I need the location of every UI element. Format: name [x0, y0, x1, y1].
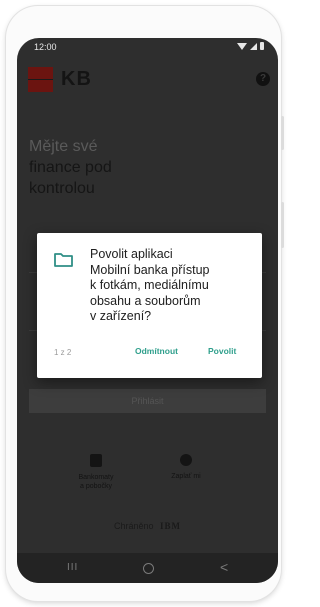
status-time: 12:00 — [34, 42, 57, 52]
protected-by-label: Chráněno — [113, 521, 154, 531]
protected-by: Chráněno IBM — [17, 521, 278, 531]
recent-apps-button[interactable]: III — [67, 562, 78, 573]
back-button[interactable]: < — [220, 559, 228, 575]
pay-me-label: Zaplať mi — [171, 473, 201, 480]
permission-message: Povolit aplikaci Mobilní banka přístup k… — [90, 247, 255, 325]
pay-me-link[interactable]: Zaplať mi — [151, 454, 221, 481]
folder-icon — [54, 253, 73, 267]
permission-message-line-4: obsahu a souborům — [90, 293, 201, 308]
hero-headline: Mějte své finance pod kontrolou — [29, 136, 112, 199]
volume-button — [281, 116, 284, 150]
hero-line-2: finance pod — [29, 159, 112, 176]
kb-logo: KB — [28, 67, 92, 92]
help-icon[interactable]: ? — [256, 72, 270, 86]
allow-button[interactable]: Povolit — [208, 346, 236, 356]
device-screen: 12:00 KB ? Mějte své finance pod kontrol… — [17, 38, 278, 583]
kb-logo-text: KB — [61, 68, 92, 90]
status-icons — [237, 42, 264, 50]
permission-counter: 1 z 2 — [54, 348, 72, 357]
battery-icon — [260, 42, 264, 50]
status-bar: 12:00 — [17, 38, 278, 56]
hero-line-3: kontrolou — [29, 180, 95, 197]
android-nav-bar: III < — [17, 553, 278, 583]
atm-branches-label-1: Bankomaty — [78, 474, 114, 481]
permission-message-line-3: k fotkám, mediálnímu — [90, 278, 209, 293]
login-button[interactable]: Přihlásit — [29, 389, 266, 413]
home-button[interactable] — [143, 563, 154, 574]
atm-branches-label-2: a pobočky — [80, 483, 112, 490]
permission-message-line-5: v zařízení? — [90, 309, 152, 324]
deny-button[interactable]: Odmítnout — [135, 346, 178, 356]
pay-me-icon — [180, 454, 192, 466]
side-button — [281, 202, 284, 248]
atm-branches-link[interactable]: Bankomaty a pobočky — [61, 454, 131, 491]
kb-logo-square — [28, 67, 53, 92]
permission-dialog: Povolit aplikaci Mobilní banka přístup k… — [37, 233, 262, 378]
wifi-icon — [237, 42, 247, 50]
ibm-logo: IBM — [160, 521, 182, 531]
permission-message-line-2: Mobilní banka přístup — [90, 262, 210, 277]
hero-line-1: Mějte své — [29, 138, 98, 155]
permission-message-line-1: Povolit aplikaci — [90, 247, 173, 261]
map-pin-icon — [90, 454, 102, 467]
signal-icon — [250, 42, 257, 50]
